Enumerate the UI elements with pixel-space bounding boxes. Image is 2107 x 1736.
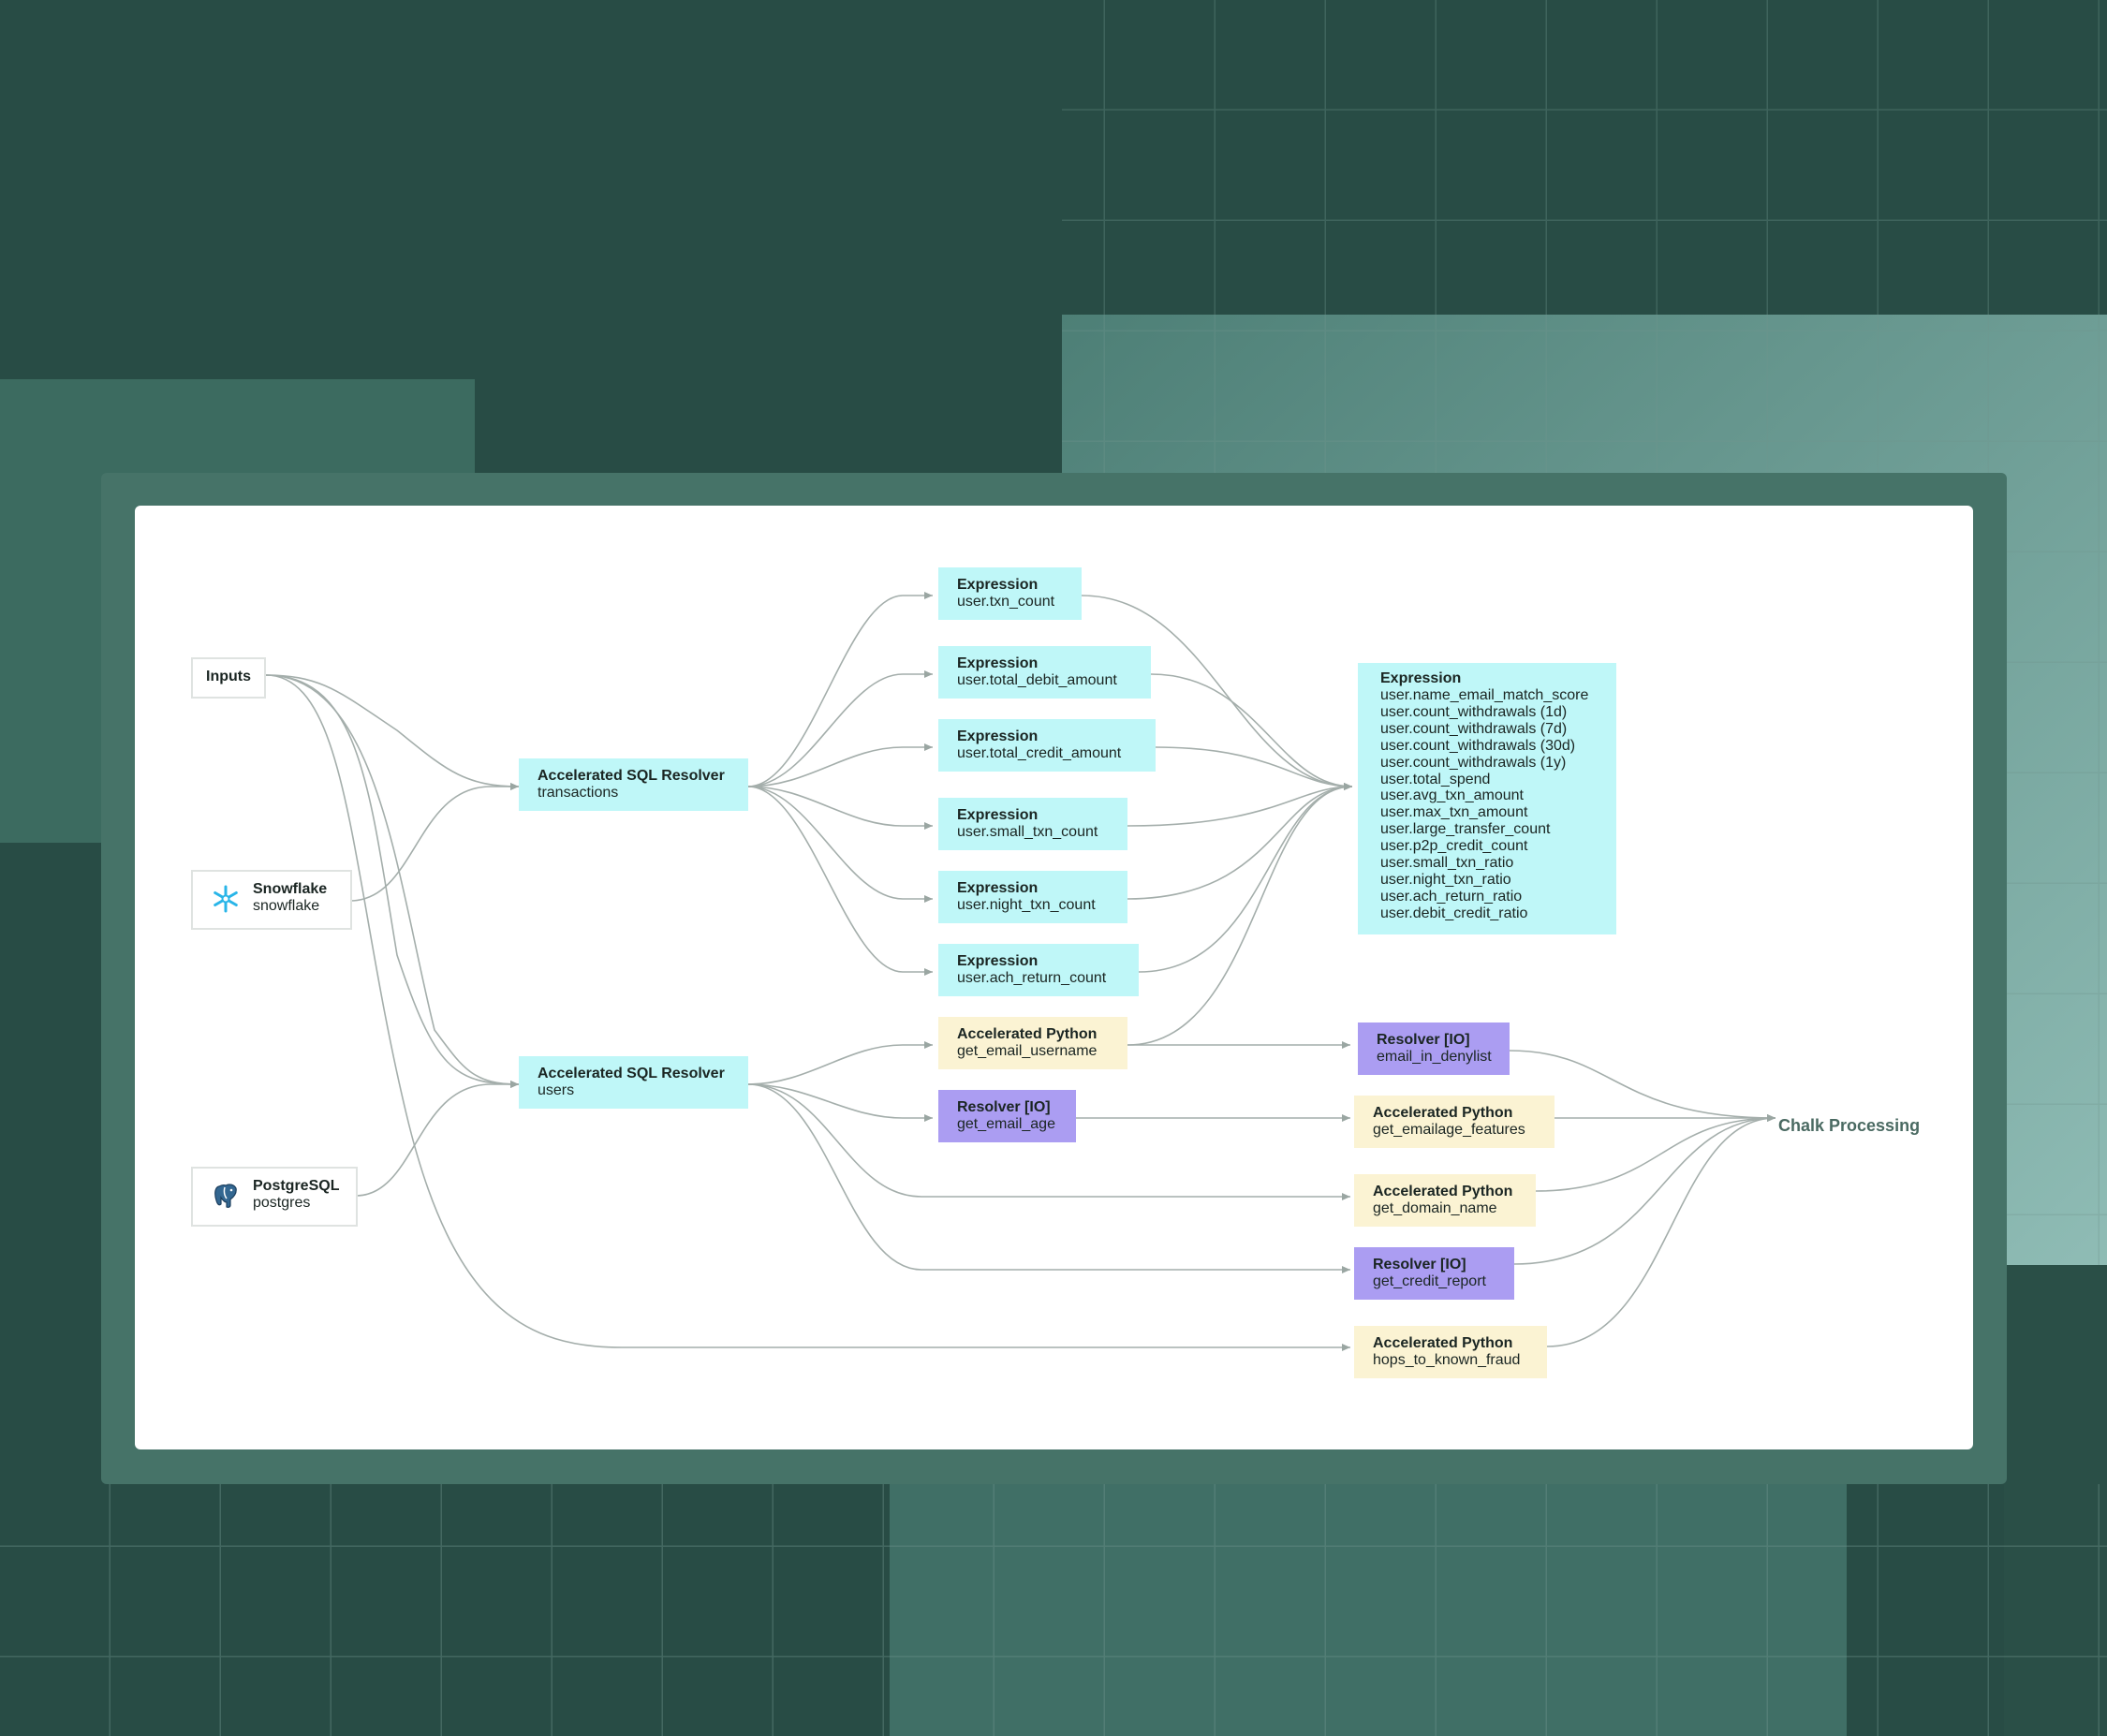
io-resolver-get-credit-report-node[interactable]: Resolver [IO] get_credit_report — [1354, 1247, 1514, 1300]
node-title: Expression — [957, 807, 1039, 823]
edge — [747, 786, 933, 830]
edge — [747, 592, 933, 787]
sql-resolver-transactions-node[interactable]: Accelerated SQL Resolver transactions — [519, 758, 748, 811]
edge — [747, 1041, 933, 1085]
edge — [349, 783, 519, 902]
node-title: Accelerated SQL Resolver — [538, 768, 725, 784]
node-subtitle: user.ach_return_count — [957, 970, 1107, 986]
node-title: Accelerated Python — [1373, 1335, 1513, 1351]
node-title: Resolver [IO] — [957, 1099, 1051, 1115]
node-title: Accelerated Python — [957, 1026, 1098, 1042]
edge — [265, 674, 1350, 1351]
node-subtitle: get_email_age — [957, 1116, 1055, 1132]
feature-item: user.count_withdrawals (7d) — [1380, 720, 1568, 737]
edge — [747, 670, 933, 787]
node-subtitle: get_domain_name — [1373, 1200, 1497, 1216]
expression-ach-return-count-node[interactable]: Expression user.ach_return_count — [938, 944, 1139, 996]
node-subtitle: user.small_txn_count — [957, 824, 1098, 840]
feature-item: user.small_txn_ratio — [1380, 855, 1514, 872]
node-title: Expression — [957, 880, 1039, 896]
feature-item: user.night_txn_ratio — [1380, 871, 1511, 888]
postgresql-subtitle: postgres — [253, 1195, 311, 1211]
sql-resolver-users-node[interactable]: Accelerated SQL Resolver users — [519, 1056, 748, 1109]
node-subtitle: get_credit_report — [1373, 1273, 1486, 1289]
node-subtitle: user.total_credit_amount — [957, 745, 1122, 761]
node-subtitle: transactions — [538, 785, 619, 801]
node-title: Resolver [IO] — [1373, 1257, 1466, 1273]
snowflake-subtitle: snowflake — [253, 898, 320, 914]
node-subtitle: user.night_txn_count — [957, 897, 1096, 913]
python-get-emailage-features-node[interactable]: Accelerated Python get_emailage_features — [1354, 1096, 1554, 1148]
expression-total-credit-amount-node[interactable]: Expression user.total_credit_amount — [938, 719, 1156, 772]
node-subtitle: user.total_debit_amount — [957, 672, 1117, 688]
node-subtitle: get_email_username — [957, 1043, 1098, 1059]
inputs-label: Inputs — [206, 669, 251, 684]
node-title: Resolver [IO] — [1377, 1032, 1470, 1048]
node-title: Expression — [957, 655, 1039, 671]
io-resolver-email-in-denylist-node[interactable]: Resolver [IO] email_in_denylist — [1358, 1022, 1510, 1075]
postgresql-elephant-icon — [214, 1184, 237, 1208]
node-title: Expression — [957, 953, 1039, 969]
edge — [747, 786, 933, 903]
node-title: Accelerated Python — [1373, 1105, 1513, 1121]
lineage-diagram-canvas: Inputs Snowflake snowflake PostgreSQL po… — [135, 506, 1973, 1449]
edge — [265, 674, 520, 790]
node-title: Expression — [957, 577, 1039, 593]
node-title: Expression — [957, 728, 1039, 744]
feature-item: user.large_transfer_count — [1380, 821, 1551, 838]
edge — [747, 743, 933, 787]
io-resolver-get-email-age-node[interactable]: Resolver [IO] get_email_age — [938, 1090, 1076, 1142]
feature-item: user.debit_credit_ratio — [1380, 905, 1528, 921]
python-get-domain-name-node[interactable]: Accelerated Python get_domain_name — [1354, 1174, 1536, 1227]
expression-aggregate-features-node[interactable]: Expression user.name_email_match_score u… — [1358, 663, 1616, 934]
snowflake-title: Snowflake — [253, 881, 328, 897]
feature-item: user.total_spend — [1380, 771, 1491, 787]
expression-txn-count-node[interactable]: Expression user.txn_count — [938, 567, 1082, 620]
postgresql-title: PostgreSQL — [253, 1178, 340, 1194]
edge — [1546, 1114, 1776, 1347]
expression-small-txn-count-node[interactable]: Expression user.small_txn_count — [938, 798, 1127, 850]
feature-item: user.max_txn_amount — [1380, 804, 1528, 821]
expression-night-txn-count-node[interactable]: Expression user.night_txn_count — [938, 871, 1127, 923]
node-title: Expression — [1380, 670, 1462, 686]
expression-total-debit-amount-node[interactable]: Expression user.total_debit_amount — [938, 646, 1151, 699]
python-hops-to-known-fraud-node[interactable]: Accelerated Python hops_to_known_fraud — [1354, 1326, 1547, 1378]
feature-item: user.p2p_credit_count — [1380, 838, 1528, 855]
edge — [355, 1081, 519, 1197]
feature-item: user.count_withdrawals (30d) — [1380, 737, 1576, 754]
snowflake-icon — [214, 885, 238, 913]
postgresql-source-node[interactable]: PostgreSQL postgres — [191, 1167, 358, 1227]
node-subtitle: user.txn_count — [957, 594, 1055, 610]
node-subtitle: hops_to_known_fraud — [1373, 1352, 1521, 1368]
node-subtitle: email_in_denylist — [1377, 1049, 1492, 1065]
node-title: Accelerated Python — [1373, 1184, 1513, 1199]
feature-item: user.avg_txn_amount — [1380, 787, 1524, 804]
feature-item: user.ach_return_ratio — [1380, 888, 1523, 905]
edge — [1150, 673, 1353, 790]
node-subtitle: get_emailage_features — [1373, 1122, 1525, 1138]
feature-item: user.count_withdrawals (1d) — [1380, 703, 1568, 720]
snowflake-source-node[interactable]: Snowflake snowflake — [191, 870, 352, 930]
feature-item: user.count_withdrawals (1y) — [1380, 754, 1567, 771]
chalk-processing-output-label: Chalk Processing — [1778, 1116, 1921, 1135]
node-subtitle: users — [538, 1082, 575, 1098]
python-get-email-username-node[interactable]: Accelerated Python get_email_username — [938, 1017, 1127, 1069]
edge — [747, 786, 933, 976]
feature-item: user.name_email_match_score — [1380, 687, 1589, 703]
inputs-node[interactable]: Inputs — [191, 657, 266, 699]
edge — [1127, 783, 1353, 900]
edge — [1127, 783, 1353, 827]
node-title: Accelerated SQL Resolver — [538, 1066, 725, 1081]
